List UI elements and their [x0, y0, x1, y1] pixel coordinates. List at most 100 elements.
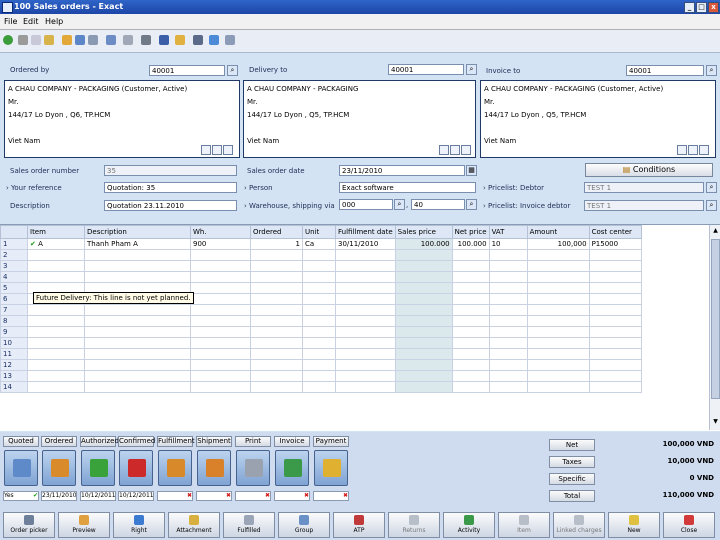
description-field[interactable]: Quotation 23.11.2010 — [104, 200, 237, 211]
right-button[interactable]: Right — [113, 512, 165, 538]
grid-cell[interactable] — [488, 304, 528, 316]
grid-cell[interactable] — [526, 381, 590, 393]
grid-cell[interactable] — [27, 359, 85, 371]
grid-cell[interactable] — [588, 381, 642, 393]
grid-cell[interactable] — [488, 326, 528, 338]
grid-cell[interactable] — [488, 348, 528, 360]
fulfillment-step-button[interactable]: Fulfillment — [157, 436, 195, 447]
grid-cell[interactable] — [335, 359, 396, 371]
quoted-step-icon[interactable] — [4, 450, 38, 486]
print-step-button[interactable]: Print — [235, 436, 271, 447]
delivery-to-lookup-icon[interactable]: ⌕ — [466, 64, 477, 75]
notes-icon[interactable] — [212, 145, 222, 155]
grid-cell[interactable] — [302, 315, 336, 327]
grid-cell[interactable] — [526, 282, 590, 294]
grid-cell[interactable] — [27, 315, 85, 327]
shipping-via-lookup-icon[interactable]: ⌕ — [466, 199, 477, 210]
column-header[interactable]: Description — [84, 225, 191, 239]
item-cell[interactable]: ✔ A — [27, 238, 85, 250]
grid-cell[interactable] — [488, 260, 528, 272]
grid-cell[interactable] — [394, 260, 453, 272]
amount-cell[interactable]: 100,000 — [526, 238, 590, 250]
grid-cell[interactable] — [526, 260, 590, 272]
grid-cell[interactable] — [302, 304, 336, 316]
grid-cell[interactable] — [526, 337, 590, 349]
grid-cell[interactable] — [526, 326, 590, 338]
close-window-button[interactable]: x — [708, 2, 719, 13]
grid-cell[interactable] — [27, 271, 85, 283]
grid-cell[interactable] — [588, 304, 642, 316]
grid-cell[interactable] — [488, 370, 528, 382]
column-header[interactable]: Ordered — [250, 225, 303, 239]
invoice-to-lookup-icon[interactable]: ⌕ — [706, 65, 717, 76]
grid-cell[interactable] — [451, 348, 490, 360]
payment-step-button[interactable]: Payment — [313, 436, 349, 447]
grid-cell[interactable] — [27, 326, 85, 338]
grid-cell[interactable] — [190, 260, 251, 272]
table-row[interactable]: 14 — [0, 381, 642, 393]
grid-cell[interactable] — [394, 304, 453, 316]
grid-cell[interactable] — [588, 293, 642, 305]
grid-cell[interactable] — [451, 359, 490, 371]
pointer-icon[interactable] — [159, 35, 169, 45]
grid-cell[interactable] — [588, 326, 642, 338]
grid-cell[interactable] — [250, 359, 303, 371]
grid-cell[interactable] — [84, 381, 191, 393]
ordered-by-field[interactable]: 40001 — [149, 65, 225, 76]
column-header[interactable]: Unit — [302, 225, 336, 239]
grid-cell[interactable] — [84, 326, 191, 338]
grid-cell[interactable] — [451, 271, 490, 283]
edit-address-icon[interactable] — [201, 145, 211, 155]
grid-cell[interactable] — [335, 260, 396, 272]
grid-cell[interactable] — [190, 304, 251, 316]
atp-button[interactable]: ATP — [333, 512, 385, 538]
grid-cell[interactable] — [588, 359, 642, 371]
ordered-by-lookup-icon[interactable]: ⌕ — [227, 65, 238, 76]
authorized-step-icon[interactable] — [81, 450, 115, 486]
grid-cell[interactable] — [27, 337, 85, 349]
grid-cell[interactable] — [588, 282, 642, 294]
grid-cell[interactable] — [190, 326, 251, 338]
minimize-button[interactable]: _ — [684, 2, 695, 13]
grid-cell[interactable] — [84, 370, 191, 382]
grid-cell[interactable] — [394, 337, 453, 349]
grid-cell[interactable] — [335, 326, 396, 338]
grid-cell[interactable] — [588, 337, 642, 349]
grid-cell[interactable] — [488, 315, 528, 327]
grid-cell[interactable] — [526, 370, 590, 382]
print-icon[interactable] — [141, 35, 151, 45]
conditions-button[interactable]: ▤ Conditions — [585, 163, 713, 177]
column-header[interactable]: VAT — [488, 225, 528, 239]
calendar-icon[interactable]: ▦ — [466, 165, 477, 176]
grid-cell[interactable] — [451, 370, 490, 382]
grid-cell[interactable] — [27, 370, 85, 382]
column-header[interactable]: Sales price — [394, 225, 453, 239]
ordered-step-button[interactable]: Ordered — [41, 436, 77, 447]
grid-cell[interactable] — [84, 271, 191, 283]
grid-cell[interactable] — [335, 293, 396, 305]
notes-icon[interactable] — [688, 145, 698, 155]
item-button[interactable]: Item — [498, 512, 550, 538]
grid-cell[interactable] — [451, 315, 490, 327]
grid-cell[interactable] — [588, 271, 642, 283]
close-button[interactable]: Close — [663, 512, 715, 538]
grid-cell[interactable] — [588, 249, 642, 261]
grid-cell[interactable] — [335, 315, 396, 327]
new-button[interactable]: New — [608, 512, 660, 538]
taxes-button[interactable]: Taxes — [549, 456, 595, 468]
grid-cell[interactable] — [451, 260, 490, 272]
grid-cell[interactable] — [488, 293, 528, 305]
grid-cell[interactable] — [526, 315, 590, 327]
table-row[interactable]: 7 — [0, 304, 642, 316]
grid-cell[interactable] — [190, 271, 251, 283]
order-picker-button[interactable]: Order picker — [3, 512, 55, 538]
total-button[interactable]: Total — [549, 490, 595, 502]
shipping-via-field[interactable]: 40 — [411, 199, 465, 210]
grid-cell[interactable] — [84, 315, 191, 327]
unit-cell[interactable]: Ca — [302, 238, 336, 250]
group-button[interactable]: Group — [278, 512, 330, 538]
help-icon[interactable] — [209, 35, 219, 45]
attachment-button[interactable]: Attachment — [168, 512, 220, 538]
grid-cell[interactable] — [250, 304, 303, 316]
grid-cell[interactable] — [250, 260, 303, 272]
